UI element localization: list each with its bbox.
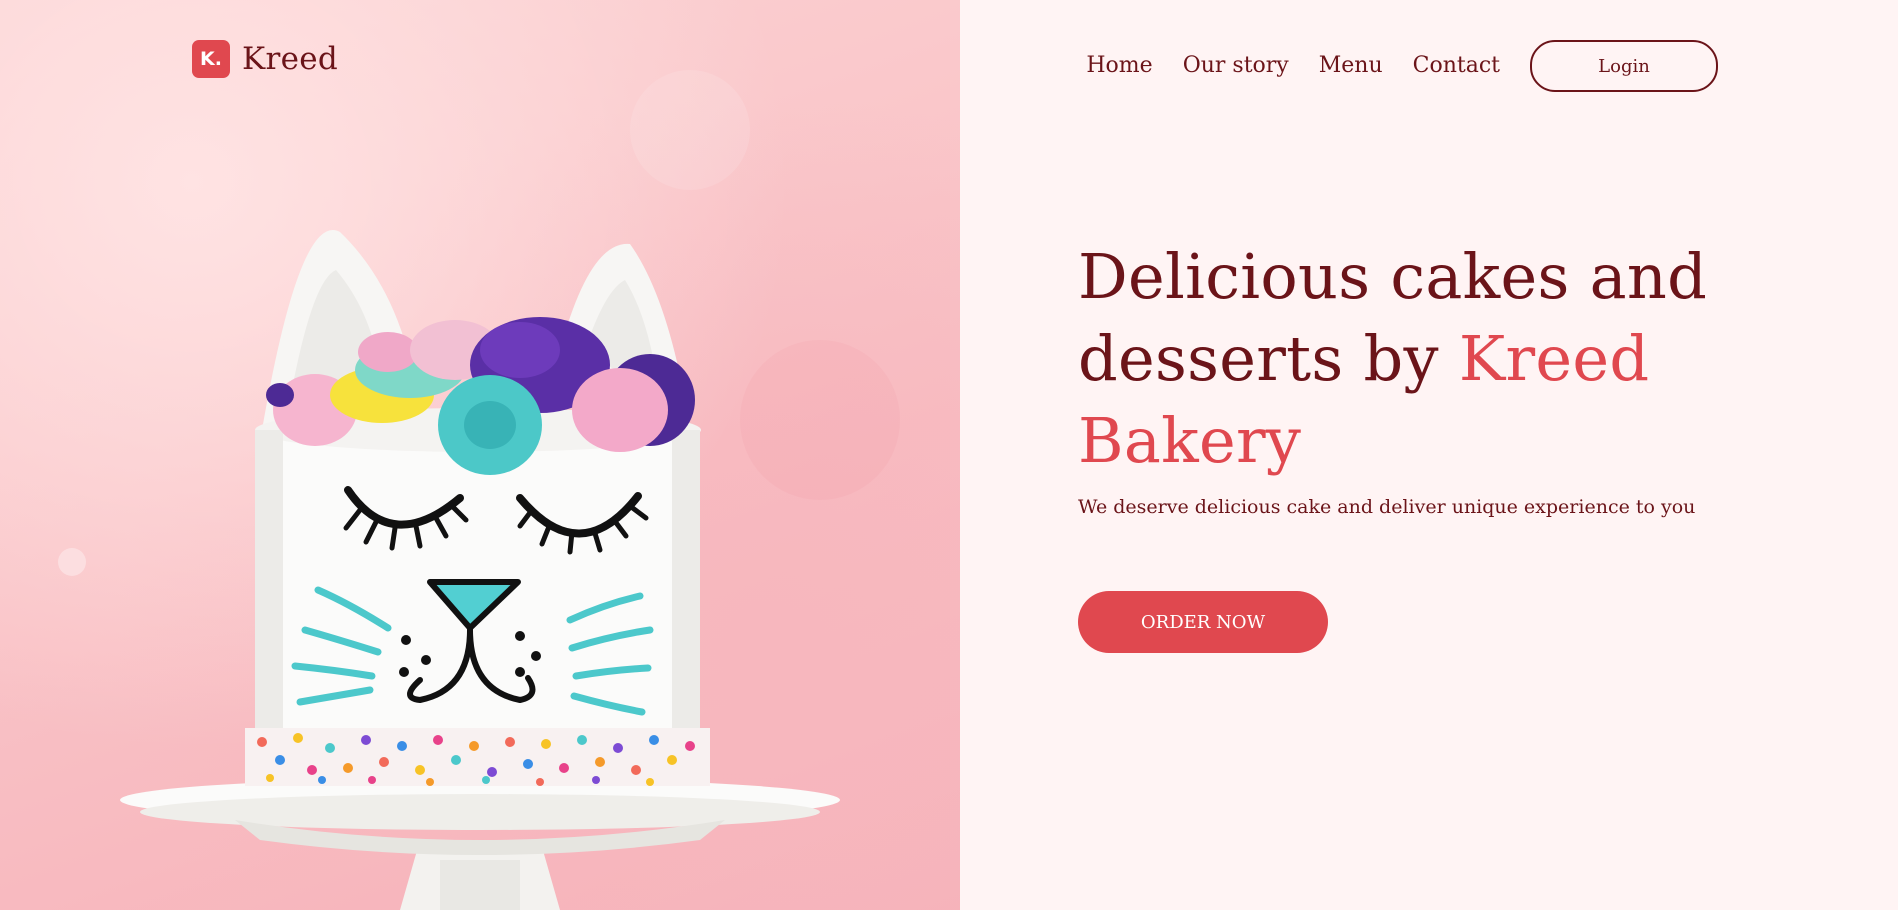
logo-mark-icon: K. [192, 40, 230, 78]
brand-name: Kreed [242, 41, 339, 77]
order-now-button[interactable]: ORDER NOW [1078, 591, 1328, 653]
hero-subtitle: We deserve delicious cake and deliver un… [1078, 496, 1696, 518]
nav-link-our-story[interactable]: Our story [1183, 41, 1289, 91]
hero-copy: Delicious cakes and desserts by Kreed Ba… [1078, 236, 1718, 518]
login-button[interactable]: Login [1530, 40, 1718, 92]
hero-image-cat-cake [0, 0, 960, 910]
main-nav: Home Our story Menu Contact Login [1086, 40, 1718, 92]
nav-link-home[interactable]: Home [1086, 41, 1152, 91]
nav-link-contact[interactable]: Contact [1413, 41, 1500, 91]
brand-logo[interactable]: K. Kreed [192, 40, 338, 78]
cat-cake-illustration [58, 70, 900, 910]
hero-title: Delicious cakes and desserts by Kreed Ba… [1078, 236, 1718, 482]
nav-link-menu[interactable]: Menu [1319, 41, 1383, 91]
